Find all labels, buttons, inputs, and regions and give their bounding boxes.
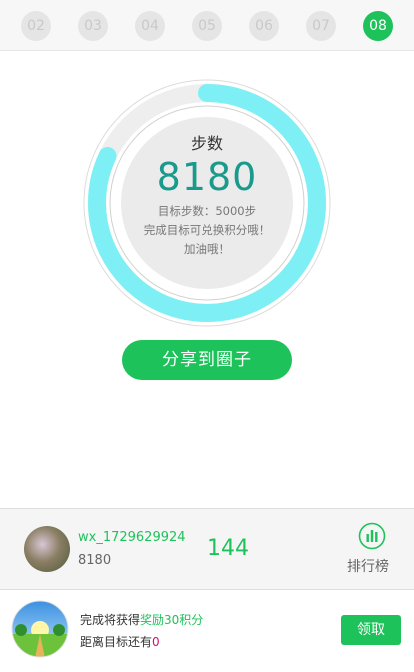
- reward-points: 奖励30积分: [140, 613, 204, 627]
- date-item-03[interactable]: 03: [78, 11, 108, 41]
- hint-text: 完成目标可兑换积分哦！: [143, 223, 271, 237]
- remaining-to-goal: 距离目标还有0: [80, 633, 160, 650]
- avatar[interactable]: [24, 526, 70, 572]
- reward-description: 完成将获得奖励30积分: [80, 611, 203, 628]
- bar-chart-icon[interactable]: [358, 522, 386, 550]
- user-steps: 8180: [78, 553, 112, 568]
- user-rank-row[interactable]: wx_1729629924 8180 144 排行榜: [0, 509, 414, 589]
- landscape-icon: [11, 600, 69, 658]
- date-selector-bar: 02 03 04 05 06 07 08: [0, 0, 414, 51]
- date-item-08[interactable]: 08: [363, 11, 393, 41]
- username: wx_1729629924: [78, 530, 186, 545]
- leaderboard-label[interactable]: 排行榜: [347, 556, 389, 576]
- reward-row: 完成将获得奖励30积分 距离目标还有0 领取: [0, 590, 414, 672]
- remaining-prefix: 距离目标还有: [80, 635, 153, 649]
- steps-value: 8180: [156, 155, 258, 199]
- steps-label: 步数: [190, 134, 223, 153]
- share-to-circle-button[interactable]: 分享到圈子: [122, 340, 292, 380]
- rank-number: 144: [207, 536, 249, 561]
- date-item-04[interactable]: 04: [135, 11, 165, 41]
- claim-button[interactable]: 领取: [341, 615, 401, 645]
- date-item-05[interactable]: 05: [192, 11, 222, 41]
- encourage-text: 加油哦！: [184, 242, 230, 256]
- date-item-06[interactable]: 06: [249, 11, 279, 41]
- date-item-02[interactable]: 02: [21, 11, 51, 41]
- date-item-07[interactable]: 07: [306, 11, 336, 41]
- goal-text: 目标步数：5000步: [157, 204, 257, 218]
- remaining-value: 0: [152, 635, 160, 649]
- reward-prefix: 完成将获得: [80, 613, 141, 627]
